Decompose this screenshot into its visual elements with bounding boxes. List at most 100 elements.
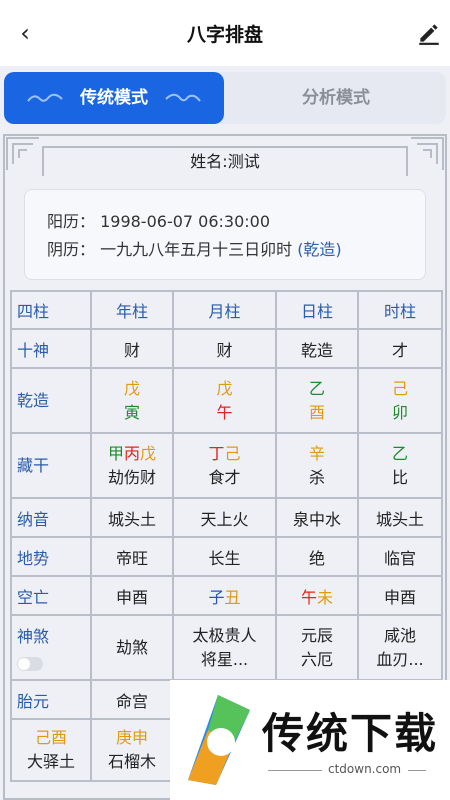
row-label: 四柱 xyxy=(10,290,92,330)
stem-char: 戊 xyxy=(216,378,233,398)
row-label: 藏干 xyxy=(10,432,92,499)
row-label: 空亡 xyxy=(10,575,92,616)
column-header: 年柱 xyxy=(90,290,174,330)
shensha-item: 血刃... xyxy=(376,649,424,669)
table-cell: 乙比 xyxy=(357,432,443,499)
hidden-stem: 甲 xyxy=(107,443,124,463)
row-label-text: 神煞 xyxy=(17,626,50,646)
lunar-date-text: 阴历： 一九九八年五月十三日卯时 xyxy=(47,240,298,259)
table-cell: 戊寅 xyxy=(90,367,174,434)
hidden-stem: 乙 xyxy=(391,443,408,463)
shensha-item: 元辰 xyxy=(300,625,333,645)
table-cell: 泉中水 xyxy=(275,497,359,538)
table-row: 藏干 甲丙戊劫伤财 丁己食才 辛杀 乙比 xyxy=(10,432,443,499)
watermark-text: 传统下载 xyxy=(262,709,439,758)
hidden-stem-gods: 杀 xyxy=(308,467,325,487)
table-cell: 己酉 大驿土 xyxy=(10,718,92,782)
cloud-ornament-icon xyxy=(27,93,63,102)
tab-traditional-mode[interactable]: 传统模式 xyxy=(4,72,224,124)
corner-fret-icon xyxy=(411,137,444,170)
branch-char: 寅 xyxy=(123,402,140,422)
shensha-item: 太极贵人 xyxy=(192,625,257,645)
row-label: 地势 xyxy=(10,536,92,577)
table-cell: 天上火 xyxy=(172,497,277,538)
pillar-stem: 己酉 xyxy=(34,728,67,747)
void-branch: 午 xyxy=(300,587,317,607)
hidden-stem-gods: 食才 xyxy=(208,467,241,487)
table-cell: 申酉 xyxy=(357,575,443,616)
hidden-stem: 丙 xyxy=(123,443,140,463)
hidden-stem: 戊 xyxy=(140,443,157,463)
mode-switcher: 传统模式 分析模式 xyxy=(4,72,446,124)
table-row: 空亡 申酉 子丑 午未 申酉 xyxy=(10,575,443,616)
solar-date: 阳历： 1998-06-07 06:30:00 xyxy=(47,212,271,231)
table-cell: 庚申 石榴木 xyxy=(90,718,174,782)
void-branch: 子 xyxy=(208,587,225,607)
top-bar: ‹ 八字排盘 xyxy=(0,0,450,66)
date-info-card: 阳历： 1998-06-07 06:30:00 阴历： 一九九八年五月十三日卯时… xyxy=(24,189,426,280)
tab-traditional-label: 传统模式 xyxy=(80,88,148,108)
tab-analysis-label: 分析模式 xyxy=(302,88,370,108)
row-label: 十神 xyxy=(10,328,92,369)
table-cell: 城头土 xyxy=(357,497,443,538)
edit-icon[interactable] xyxy=(416,20,442,46)
pillar-stem: 庚申 xyxy=(115,728,148,747)
table-cell: 子丑 xyxy=(172,575,277,616)
watermark-logo-icon xyxy=(188,695,250,785)
hidden-stem: 丁 xyxy=(208,443,225,463)
table-cell: 临官 xyxy=(357,536,443,577)
table-row: 纳音 城头土 天上火 泉中水 城头土 xyxy=(10,497,443,538)
table-row: 四柱 年柱 月柱 日柱 时柱 xyxy=(10,290,443,330)
table-cell: 乾造 xyxy=(275,328,359,369)
table-cell: 长生 xyxy=(172,536,277,577)
table-cell[interactable]: 太极贵人 将星... xyxy=(172,614,277,681)
tab-analysis-mode[interactable]: 分析模式 xyxy=(226,72,446,124)
hidden-stem: 己 xyxy=(224,443,241,463)
table-row: 神煞 劫煞 太极贵人 将星... 元辰六厄 咸池血刃... xyxy=(10,614,443,681)
table-cell: 帝旺 xyxy=(90,536,174,577)
name-label: 姓名:测试 xyxy=(42,146,408,176)
watermark-url: ctdown.com xyxy=(328,762,402,776)
shensha-item: 咸池 xyxy=(383,625,416,645)
shensha-item: 六厄 xyxy=(300,649,333,669)
table-cell: 城头土 xyxy=(90,497,174,538)
table-cell: 甲丙戊劫伤财 xyxy=(90,432,174,499)
table-cell: 财 xyxy=(172,328,277,369)
table-cell: 命宫 xyxy=(90,679,174,720)
table-row: 地势 帝旺 长生 绝 临官 xyxy=(10,536,443,577)
table-cell: 劫煞 xyxy=(90,614,174,681)
table-cell: 己卯 xyxy=(357,367,443,434)
table-cell: 辛杀 xyxy=(275,432,359,499)
watermark-divider xyxy=(408,770,426,771)
row-label: 神煞 xyxy=(10,614,92,681)
page-title: 八字排盘 xyxy=(186,24,263,46)
cloud-ornament-icon xyxy=(165,93,201,102)
table-cell[interactable]: 咸池血刃... xyxy=(357,614,443,681)
pillar-nayin: 大驿土 xyxy=(26,752,75,771)
void-branch: 未 xyxy=(317,587,334,607)
table-cell: 才 xyxy=(357,328,443,369)
shensha-toggle[interactable] xyxy=(17,656,43,671)
stem-char: 己 xyxy=(391,378,408,398)
table-cell: 戊午 xyxy=(172,367,277,434)
watermark-divider xyxy=(268,770,322,771)
corner-fret-icon xyxy=(6,137,39,170)
table-cell: 乙酉 xyxy=(275,367,359,434)
stem-char: 戊 xyxy=(123,378,140,398)
column-header: 时柱 xyxy=(357,290,443,330)
table-cell: 申酉 xyxy=(90,575,174,616)
stem-char: 乙 xyxy=(308,378,325,398)
column-header: 月柱 xyxy=(172,290,277,330)
column-header: 日柱 xyxy=(275,290,359,330)
branch-char: 酉 xyxy=(308,402,325,422)
row-label: 纳音 xyxy=(10,497,92,538)
hidden-stem: 辛 xyxy=(308,443,325,463)
table-cell[interactable]: 元辰 六厄 xyxy=(275,614,359,681)
table-row: 十神 财 财 乾造 才 xyxy=(10,328,443,369)
lunar-date: 阴历： 一九九八年五月十三日卯时 (乾造) xyxy=(47,236,425,264)
branch-char: 卯 xyxy=(391,402,408,422)
table-cell: 绝 xyxy=(275,536,359,577)
pillar-nayin: 石榴木 xyxy=(107,752,156,771)
gender-tag: (乾造) xyxy=(297,240,342,259)
hidden-stem-gods: 劫伤财 xyxy=(107,467,156,487)
